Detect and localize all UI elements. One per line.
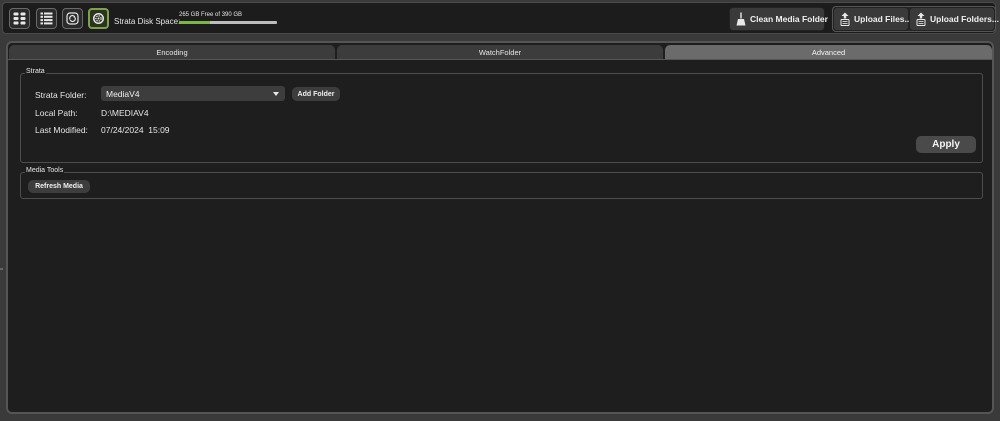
refresh-media-button[interactable]: Refresh Media: [28, 180, 90, 193]
list-view-button[interactable]: [36, 8, 57, 29]
tab-bar: Encoding WatchFolder Advanced: [8, 45, 992, 60]
apply-label: Apply: [932, 139, 960, 150]
add-folder-button[interactable]: Add Folder: [292, 87, 340, 101]
settings-panel: Encoding WatchFolder Advanced Strata Str…: [6, 41, 994, 414]
upload-folder-icon: [916, 12, 926, 26]
upload-folders-label: Upload Folders...: [930, 14, 999, 24]
tab-divider: [8, 59, 992, 60]
broom-icon: [736, 12, 746, 26]
refresh-cycle-button[interactable]: [62, 8, 83, 29]
strata-group-title: Strata: [25, 68, 46, 75]
upload-files-button[interactable]: Upload Files...: [833, 7, 912, 31]
settings-gear-icon: [93, 13, 104, 24]
local-path-value: D:\MEDIAV4: [101, 108, 149, 118]
add-folder-label: Add Folder: [297, 90, 335, 98]
tab-advanced-label: Advanced: [811, 47, 846, 57]
top-toolbar: Strata Disk Space: 265 GB Free of 390 GB…: [2, 2, 999, 34]
disk-space-label: Strata Disk Space:: [114, 17, 181, 26]
clean-media-folder-button[interactable]: Clean Media Folder: [729, 7, 828, 31]
strata-folder-select[interactable]: MediaV4: [101, 86, 285, 101]
tab-watchfolder-label: WatchFolder: [478, 47, 522, 57]
upload-files-label: Upload Files...: [854, 14, 912, 24]
tab-encoding-label: Encoding: [156, 47, 188, 57]
last-modified-label: Last Modified:: [35, 125, 88, 135]
upload-folders-button[interactable]: Upload Folders...: [909, 7, 999, 31]
clean-media-folder-label: Clean Media Folder: [750, 14, 828, 24]
grid-view-button[interactable]: [9, 8, 30, 29]
settings-button[interactable]: [88, 8, 109, 29]
grid-view-icon: [13, 12, 26, 25]
strata-folder-value: MediaV4: [106, 88, 140, 99]
tab-advanced[interactable]: Advanced: [665, 45, 992, 59]
last-modified-value: 07/24/2024 15:09: [101, 125, 170, 135]
apply-button[interactable]: Apply: [916, 136, 976, 153]
upload-file-icon: [840, 12, 850, 26]
disk-space-fill: [179, 21, 211, 24]
media-tools-group-title: Media Tools: [25, 167, 65, 174]
tab-watchfolder[interactable]: WatchFolder: [337, 45, 663, 59]
tab-encoding[interactable]: Encoding: [9, 45, 335, 59]
strata-folder-label: Strata Folder:: [35, 90, 87, 100]
disk-space-text: 265 GB Free of 390 GB: [179, 12, 243, 18]
media-tools-group: Media Tools Refresh Media: [20, 167, 983, 199]
chevron-down-icon: [273, 92, 279, 96]
refresh-cycle-icon: [66, 12, 79, 25]
strata-group: Strata Strata Folder: MediaV4 Add Folder…: [20, 68, 983, 163]
side-resize-handle[interactable]: [0, 268, 3, 270]
refresh-media-label: Refresh Media: [35, 183, 83, 190]
local-path-label: Local Path:: [35, 108, 78, 118]
list-view-icon: [40, 12, 53, 25]
disk-space-bar: [179, 21, 277, 24]
